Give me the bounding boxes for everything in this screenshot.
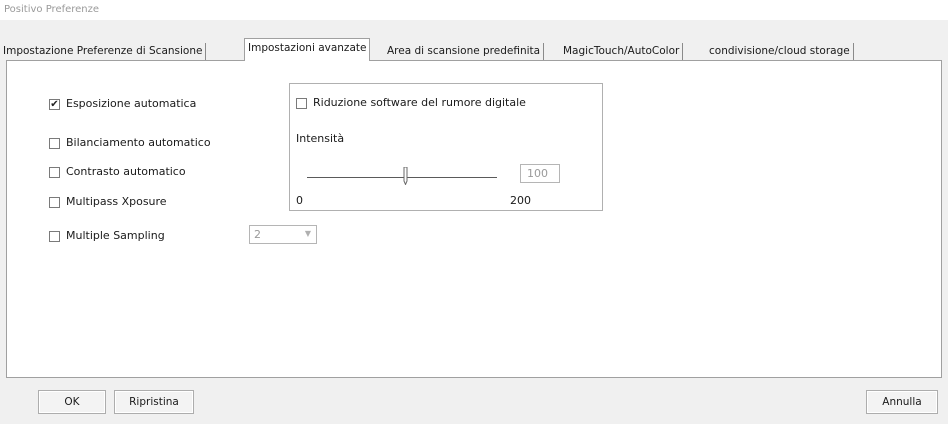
auto-white-balance-checkbox[interactable] — [49, 137, 60, 149]
tab-scan-preferences[interactable]: Impostazione Preferenze di Scansione — [0, 43, 207, 60]
tab-advanced-settings[interactable]: Impostazioni avanzate — [244, 38, 371, 61]
multiple-sampling-checkbox[interactable] — [49, 230, 60, 242]
cancel-button[interactable]: Annulla — [866, 390, 938, 414]
tab-strip: Impostazione Preferenze di Scansione Imp… — [0, 38, 948, 61]
multipass-xposure-label: Multipass Xposure — [66, 195, 167, 208]
title-bar: Positivo Preferenze — [0, 0, 948, 20]
ok-button[interactable]: OK — [38, 390, 106, 414]
auto-contrast-option[interactable]: Contrasto automatico — [49, 165, 186, 179]
window-title: Positivo Preferenze — [4, 4, 100, 15]
auto-contrast-checkbox[interactable] — [49, 166, 60, 178]
multiple-sampling-dropdown[interactable]: 2 ▼ — [249, 225, 317, 244]
intensity-value-field[interactable]: 100 — [520, 164, 560, 183]
auto-white-balance-option[interactable]: Bilanciamento automatico — [49, 136, 211, 150]
tab-default-scan-area[interactable]: Area di scansione predefinita — [384, 43, 545, 60]
auto-exposure-option[interactable]: ✔ Esposizione automatica — [49, 97, 196, 111]
tab-magictouch-autocolor[interactable]: MagicTouch/AutoColor — [560, 43, 684, 60]
intensity-label: Intensità — [296, 132, 345, 145]
chevron-down-icon: ▼ — [304, 229, 311, 238]
intensity-slider-thumb[interactable] — [403, 167, 408, 185]
multiple-sampling-value: 2 — [254, 228, 261, 241]
noise-reduction-option[interactable]: Riduzione software del rumore digitale — [296, 96, 526, 110]
reset-button[interactable]: Ripristina — [114, 390, 194, 414]
noise-reduction-label: Riduzione software del rumore digitale — [313, 96, 526, 109]
multipass-xposure-option[interactable]: Multipass Xposure — [49, 195, 167, 209]
auto-exposure-checkbox[interactable]: ✔ — [49, 98, 60, 110]
noise-reduction-checkbox[interactable] — [296, 97, 307, 109]
multiple-sampling-label: Multiple Sampling — [66, 229, 165, 242]
auto-exposure-label: Esposizione automatica — [66, 97, 197, 110]
intensity-slider-track[interactable] — [307, 177, 497, 178]
intensity-max-label: 200 — [510, 194, 531, 207]
auto-white-balance-label: Bilanciamento automatico — [66, 136, 211, 149]
multipass-xposure-checkbox[interactable] — [49, 196, 60, 208]
noise-reduction-group: Riduzione software del rumore digitale I… — [289, 83, 603, 211]
multiple-sampling-option[interactable]: Multiple Sampling — [49, 229, 165, 243]
tab-cloud-storage[interactable]: condivisione/cloud storage — [706, 43, 854, 60]
auto-contrast-label: Contrasto automatico — [66, 165, 186, 178]
settings-panel: ✔ Esposizione automatica Bilanciamento a… — [6, 60, 942, 378]
intensity-min-label: 0 — [296, 194, 303, 207]
